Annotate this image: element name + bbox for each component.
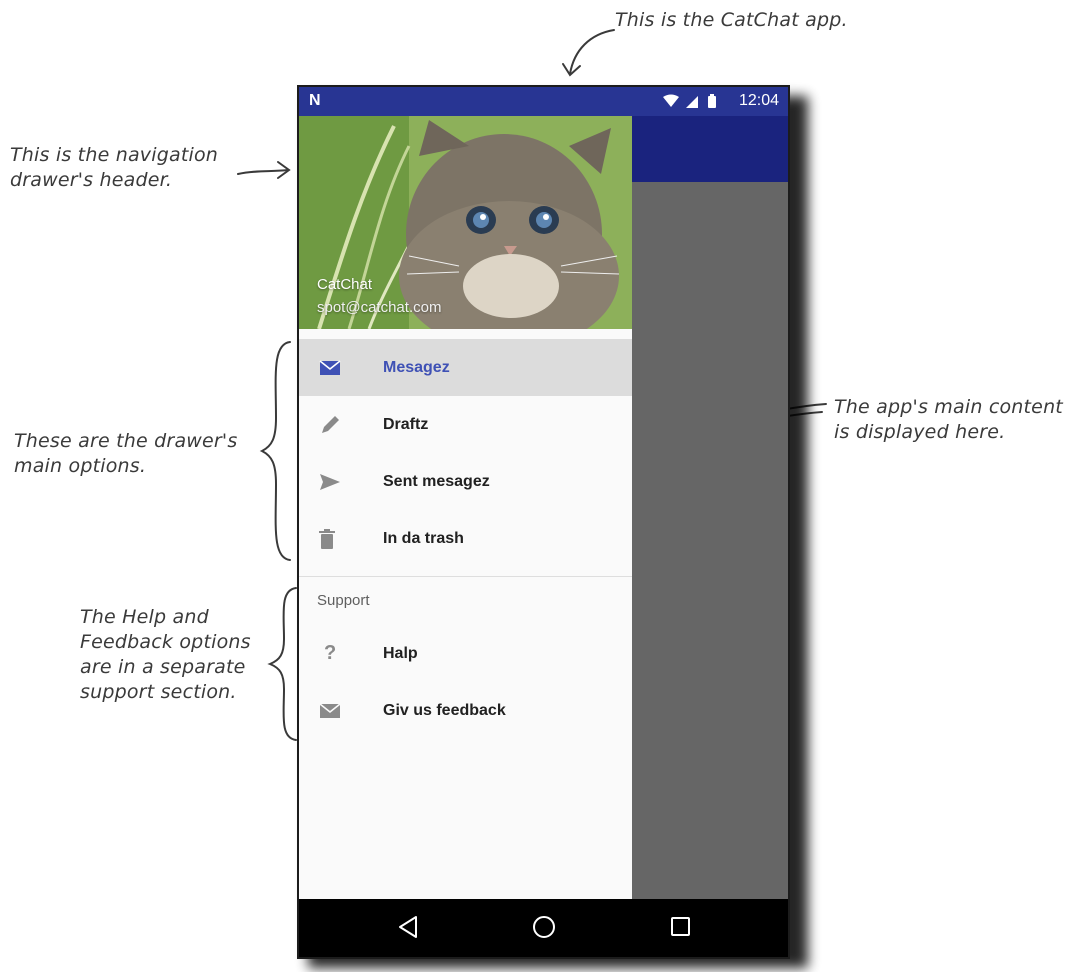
status-logo: N <box>309 92 321 109</box>
trash-icon <box>299 528 383 549</box>
annotation-support-line-3: are in a separate <box>80 656 246 679</box>
wifi-icon <box>663 94 679 107</box>
annotation-main-content-line-2: is displayed here. <box>834 421 1006 444</box>
menu-item-halp[interactable]: ? Halp <box>299 625 632 682</box>
annotation-support-line-2: Feedback options <box>80 631 251 654</box>
menu-item-draftz[interactable]: Draftz <box>299 396 632 453</box>
annotation-main-content-line-1: The app's main content <box>834 396 1063 418</box>
annotation-header-arrow <box>237 161 291 179</box>
recents-icon[interactable] <box>670 916 692 943</box>
menu-item-label: Draftz <box>383 415 429 433</box>
menu-item-label: Mesagez <box>383 358 450 376</box>
status-icons <box>662 94 724 115</box>
menu-item-sent-mesagez[interactable]: Sent mesagez <box>299 453 632 510</box>
android-nav-bar <box>299 899 788 957</box>
drawer-header: CatChat spot@catchat.com <box>299 116 632 329</box>
home-icon[interactable] <box>531 914 557 945</box>
status-icons-svg <box>663 94 716 108</box>
menu-item-label: In da trash <box>383 529 464 547</box>
menu-item-label: Sent mesagez <box>383 472 490 490</box>
email-icon <box>299 359 383 376</box>
annotation-app: This is the CatChat app. <box>615 8 848 33</box>
annotation-app-arrow <box>562 29 615 77</box>
menu-item-mesagez[interactable]: Mesagez <box>299 339 632 396</box>
pencil-icon <box>299 414 383 436</box>
send-icon <box>299 473 383 491</box>
annotation-main-content: The app's main content is displayed here… <box>834 395 1063 445</box>
navigation-drawer: CatChat spot@catchat.com Mesagez Draftz <box>299 116 632 899</box>
back-icon[interactable] <box>397 914 419 945</box>
support-section-label: Support <box>317 592 370 609</box>
main-options-brace <box>259 341 291 561</box>
signal-icon <box>686 96 698 108</box>
annotation-header-line-2: drawer's header. <box>10 169 173 192</box>
annotation-header: This is the navigation drawer's header. <box>10 143 218 193</box>
annotation-support: The Help and Feedback options are in a s… <box>80 605 251 705</box>
status-bar: N 12:04 <box>299 87 788 116</box>
annotation-app-text: This is the CatChat app. <box>615 9 848 31</box>
menu-item-giv-us-feedback[interactable]: Giv us feedback <box>299 682 632 739</box>
feedback-icon <box>299 702 383 719</box>
phone-screen: N 12:04 CatChat spot@catchat.com Mesagez… <box>299 87 788 957</box>
annotation-main-options: These are the drawer's main options. <box>14 429 237 479</box>
header-title: CatChat <box>317 276 373 293</box>
status-time: 12:04 <box>738 92 779 109</box>
menu-item-label: Halp <box>383 644 418 662</box>
help-icon: ? <box>324 642 337 664</box>
drawer-menu: Mesagez Draftz Sent mesagez In da trash <box>299 339 632 739</box>
annotation-main-options-line-1: These are the drawer's <box>14 430 238 452</box>
battery-icon <box>708 94 716 108</box>
annotation-support-line-1: The Help and <box>80 606 209 628</box>
menu-item-label: Giv us feedback <box>383 701 506 719</box>
support-brace <box>267 587 297 741</box>
annotation-support-line-4: support section. <box>80 681 237 704</box>
header-email: spot@catchat.com <box>317 299 442 316</box>
menu-item-in-da-trash[interactable]: In da trash <box>299 510 632 567</box>
annotation-main-options-line-2: main options. <box>14 455 147 478</box>
cat-header-image <box>299 116 632 329</box>
annotation-header-line-1: This is the navigation <box>10 144 219 166</box>
